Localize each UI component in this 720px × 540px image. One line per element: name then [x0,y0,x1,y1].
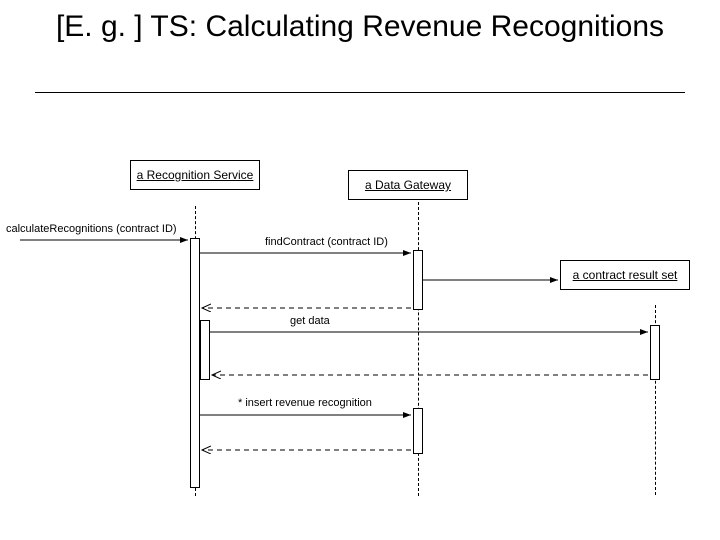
page-title: [E. g. ] TS: Calculating Revenue Recogni… [0,8,720,46]
title-underline [35,92,685,93]
arrows-layer [0,160,720,520]
sequence-diagram: a Recognition Service a Data Gateway a c… [0,160,720,520]
